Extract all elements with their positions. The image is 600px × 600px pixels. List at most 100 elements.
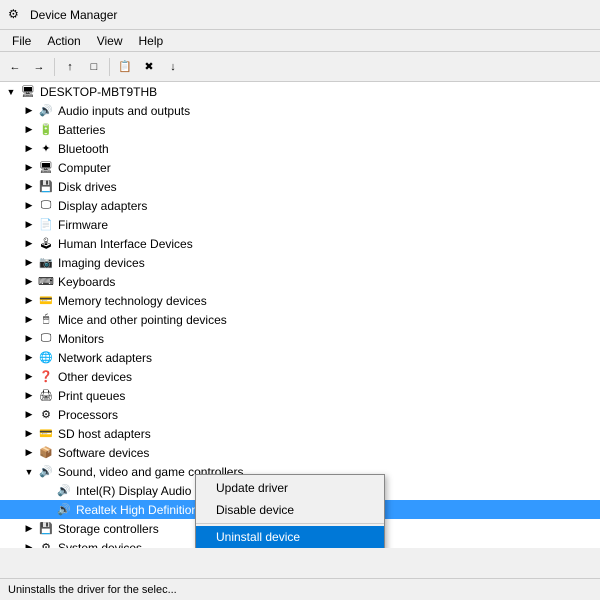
expand-icon: ▶ xyxy=(22,180,36,194)
category-label: Human Interface Devices xyxy=(58,237,193,251)
device-icon: 🔊 xyxy=(56,502,72,518)
expand-icon: ▶ xyxy=(22,446,36,460)
category-label: Mice and other pointing devices xyxy=(58,313,227,327)
tree-item-print-queues[interactable]: ▶ 🖨 Print queues xyxy=(0,386,600,405)
expand-icon: ▶ xyxy=(22,389,36,403)
category-label: Network adapters xyxy=(58,351,152,365)
device-icon: ⚙ xyxy=(38,540,54,549)
tree-item-batteries[interactable]: ▶ 🔋 Batteries xyxy=(0,120,600,139)
device-icon: 📦 xyxy=(38,445,54,461)
tree-item-audio-inputs-and-outputs[interactable]: ▶ 🔊 Audio inputs and outputs xyxy=(0,101,600,120)
device-icon: 📄 xyxy=(38,217,54,233)
category-label: Intel(R) Display Audio xyxy=(76,484,191,498)
category-label: SD host adapters xyxy=(58,427,151,441)
content-area: ▼ 🖥 DESKTOP-MBT9THB ▶ 🔊 Audio inputs and… xyxy=(0,82,600,548)
tree-item-firmware[interactable]: ▶ 📄 Firmware xyxy=(0,215,600,234)
expand-icon: ▶ xyxy=(22,142,36,156)
tree-item-imaging-devices[interactable]: ▶ 📷 Imaging devices xyxy=(0,253,600,272)
context-menu-disable-device[interactable]: Disable device xyxy=(196,499,384,521)
device-icon: 🖵 xyxy=(38,331,54,347)
context-menu: Update driverDisable device Uninstall dev… xyxy=(195,474,385,548)
tree-item-human-interface-devices[interactable]: ▶ 🕹 Human Interface Devices xyxy=(0,234,600,253)
expand-icon: ▶ xyxy=(22,332,36,346)
device-icon: 🕹 xyxy=(38,236,54,252)
menu-item-file[interactable]: File xyxy=(4,32,39,50)
expand-spacer xyxy=(40,484,54,498)
context-menu-uninstall-device[interactable]: Uninstall device xyxy=(196,526,384,548)
menu-item-help[interactable]: Help xyxy=(131,32,172,50)
expand-icon: ▼ xyxy=(22,465,36,479)
category-label: Other devices xyxy=(58,370,132,384)
tree-item-display-adapters[interactable]: ▶ 🖵 Display adapters xyxy=(0,196,600,215)
expand-icon: ▶ xyxy=(22,370,36,384)
tree-item-mice-and-other-pointing-device[interactable]: ▶ 🖱 Mice and other pointing devices xyxy=(0,310,600,329)
tree-item-software-devices[interactable]: ▶ 📦 Software devices xyxy=(0,443,600,462)
expand-spacer xyxy=(40,503,54,517)
category-label: Display adapters xyxy=(58,199,147,213)
toolbar-btn-download[interactable]: ↓ xyxy=(162,56,184,78)
device-icon: 🖵 xyxy=(38,198,54,214)
device-icon: ❓ xyxy=(38,369,54,385)
category-label: Computer xyxy=(58,161,111,175)
category-label: Batteries xyxy=(58,123,105,137)
category-label: Monitors xyxy=(58,332,104,346)
toolbar-separator xyxy=(109,58,110,76)
toolbar-btn-up[interactable]: ↑ xyxy=(59,56,81,78)
tree-item-disk-drives[interactable]: ▶ 💾 Disk drives xyxy=(0,177,600,196)
category-label: Audio inputs and outputs xyxy=(58,104,190,118)
expand-icon: ▶ xyxy=(22,123,36,137)
expand-icon: ▶ xyxy=(22,237,36,251)
tree-item-keyboards[interactable]: ▶ ⌨ Keyboards xyxy=(0,272,600,291)
menu-item-action[interactable]: Action xyxy=(39,32,88,50)
category-label: Memory technology devices xyxy=(58,294,207,308)
tree-item-memory-technology-devices[interactable]: ▶ 💳 Memory technology devices xyxy=(0,291,600,310)
device-icon: 🖥 xyxy=(38,160,54,176)
expand-icon: ▶ xyxy=(22,408,36,422)
category-label: Bluetooth xyxy=(58,142,109,156)
root-label: DESKTOP-MBT9THB xyxy=(40,85,157,99)
category-label: Processors xyxy=(58,408,118,422)
tree-item-network-adapters[interactable]: ▶ 🌐 Network adapters xyxy=(0,348,600,367)
expand-icon: ▶ xyxy=(22,541,36,549)
category-label: System devices xyxy=(58,541,142,549)
tree-item-processors[interactable]: ▶ ⚙ Processors xyxy=(0,405,600,424)
tree-root[interactable]: ▼ 🖥 DESKTOP-MBT9THB xyxy=(0,82,600,101)
toolbar: ←→ ↑□ 📋✖↓ xyxy=(0,52,600,82)
tree-item-other-devices[interactable]: ▶ ❓ Other devices xyxy=(0,367,600,386)
device-icon: 🔊 xyxy=(38,103,54,119)
tree-item-monitors[interactable]: ▶ 🖵 Monitors xyxy=(0,329,600,348)
expand-icon: ▶ xyxy=(22,256,36,270)
device-icon: ⚙ xyxy=(38,407,54,423)
toolbar-btn-back[interactable]: ← xyxy=(4,56,26,78)
tree-item-sd-host-adapters[interactable]: ▶ 💳 SD host adapters xyxy=(0,424,600,443)
expand-icon: ▶ xyxy=(22,294,36,308)
status-bar: Uninstalls the driver for the selec... xyxy=(0,578,600,600)
menu-item-view[interactable]: View xyxy=(89,32,131,50)
category-label: Storage controllers xyxy=(58,522,159,536)
toolbar-btn-delete[interactable]: ✖ xyxy=(138,56,160,78)
expand-icon: ▶ xyxy=(22,199,36,213)
context-menu-update-driver[interactable]: Update driver xyxy=(196,477,384,499)
category-label: Software devices xyxy=(58,446,149,460)
title-bar: ⚙ Device Manager xyxy=(0,0,600,30)
app-icon: ⚙ xyxy=(8,7,24,23)
toolbar-btn-copy[interactable]: 📋 xyxy=(114,56,136,78)
device-icon: ✦ xyxy=(38,141,54,157)
category-label: Disk drives xyxy=(58,180,117,194)
toolbar-btn-forward[interactable]: → xyxy=(28,56,50,78)
category-label: Firmware xyxy=(58,218,108,232)
device-icon: 🔊 xyxy=(56,483,72,499)
device-icon: 📷 xyxy=(38,255,54,271)
category-label: Print queues xyxy=(58,389,125,403)
expand-icon: ▶ xyxy=(22,275,36,289)
device-icon: 💳 xyxy=(38,426,54,442)
toolbar-btn-properties[interactable]: □ xyxy=(83,56,105,78)
tree-item-bluetooth[interactable]: ▶ ✦ Bluetooth xyxy=(0,139,600,158)
tree-item-computer[interactable]: ▶ 🖥 Computer xyxy=(0,158,600,177)
device-icon: 🔊 xyxy=(38,464,54,480)
category-label: Keyboards xyxy=(58,275,115,289)
device-icon: 💳 xyxy=(38,293,54,309)
expand-icon: ▶ xyxy=(22,104,36,118)
expand-icon: ▶ xyxy=(22,427,36,441)
device-icon: 🖱 xyxy=(38,312,54,328)
